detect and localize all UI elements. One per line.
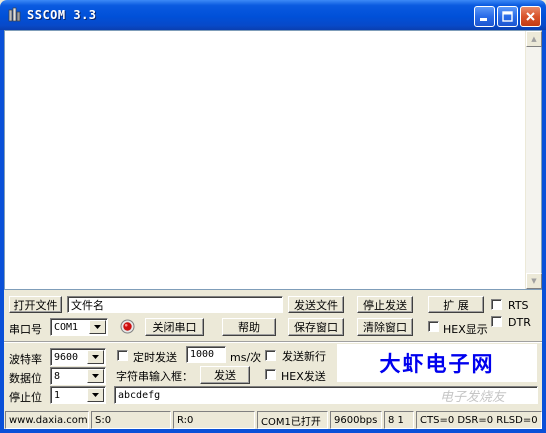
- minimize-button[interactable]: [474, 6, 495, 27]
- send-newline-checkbox[interactable]: [265, 350, 276, 361]
- stop-bits-value: 1: [54, 389, 61, 401]
- chevron-down-icon: [94, 325, 101, 329]
- maximize-button[interactable]: [497, 6, 518, 27]
- baud-rate-dropdown-button[interactable]: [87, 350, 104, 364]
- hex-display-checkbox[interactable]: [428, 321, 439, 332]
- baud-rate-value: 9600: [54, 351, 79, 363]
- data-bits-label: 数据位: [9, 372, 42, 385]
- scroll-down-button[interactable]: ▼: [526, 273, 542, 289]
- port-dropdown-button[interactable]: [89, 320, 106, 334]
- expand-button[interactable]: 扩 展: [428, 296, 484, 313]
- chevron-down-icon: [92, 393, 99, 397]
- send-button[interactable]: 发送: [200, 366, 250, 384]
- hex-send-label: HEX发送: [281, 370, 326, 383]
- window-title: SSCOM 3.3: [27, 8, 97, 22]
- stop-send-button[interactable]: 停止发送: [357, 296, 413, 313]
- status-frame: 8 1: [384, 411, 414, 429]
- stop-bits-dropdown-button[interactable]: [87, 388, 104, 402]
- stop-bits-label: 停止位: [9, 391, 42, 404]
- window-frame-bottom: [0, 429, 546, 433]
- status-sent-count: S:0: [91, 411, 171, 429]
- port-status-indicator-icon: [120, 319, 135, 334]
- close-port-button[interactable]: 关闭串口: [145, 318, 204, 336]
- rts-label: RTS: [508, 299, 529, 312]
- hex-display-label: HEX显示: [443, 323, 488, 336]
- rts-checkbox[interactable]: [491, 299, 502, 310]
- data-bits-dropdown-button[interactable]: [87, 369, 104, 383]
- timed-send-label: 定时发送: [133, 351, 177, 364]
- watermark: 电子发烧友: [440, 390, 506, 405]
- scroll-down-icon: ▼: [531, 277, 537, 285]
- save-window-button[interactable]: 保存窗口: [288, 318, 344, 336]
- close-button[interactable]: [520, 6, 541, 27]
- send-file-button[interactable]: 发送文件: [288, 296, 344, 313]
- port-value: COM1: [54, 321, 79, 333]
- scroll-up-button[interactable]: ▲: [526, 31, 542, 47]
- status-website: www.daxia.com: [5, 411, 89, 429]
- status-port-state: COM1已打开: [257, 411, 328, 429]
- brand-logo: 大虾电子网: [337, 344, 537, 382]
- window-frame-right: [542, 30, 546, 433]
- status-lines: CTS=0 DSR=0 RLSD=0: [416, 411, 542, 429]
- port-select[interactable]: COM1: [50, 318, 108, 336]
- data-bits-select[interactable]: 8: [50, 367, 106, 385]
- close-icon: [526, 12, 535, 21]
- receive-text-area[interactable]: ▲ ▼: [4, 30, 542, 290]
- send-newline-label: 发送新行: [282, 350, 326, 363]
- dtr-checkbox[interactable]: [491, 316, 502, 327]
- sscom-app-icon[interactable]: [7, 7, 23, 23]
- string-input-label: 字符串输入框：: [116, 370, 193, 383]
- chevron-down-icon: [92, 374, 99, 378]
- data-bits-value: 8: [54, 370, 61, 382]
- status-baud: 9600bps: [330, 411, 382, 429]
- hex-send-checkbox[interactable]: [265, 369, 276, 380]
- send-interval-input[interactable]: 1000: [186, 346, 226, 363]
- port-label: 串口号: [9, 323, 42, 336]
- scroll-up-icon: ▲: [531, 35, 537, 43]
- help-button[interactable]: 帮助: [222, 318, 276, 336]
- receive-scrollbar[interactable]: ▲ ▼: [525, 31, 542, 289]
- open-file-button[interactable]: 打开文件: [9, 296, 62, 313]
- divider: [4, 341, 542, 343]
- status-received-count: R:0: [173, 411, 255, 429]
- baud-rate-label: 波特率: [9, 353, 42, 366]
- clear-window-button[interactable]: 清除窗口: [357, 318, 413, 336]
- timed-send-checkbox[interactable]: [117, 350, 128, 361]
- interval-unit-label: ms/次: [230, 351, 262, 364]
- chevron-down-icon: [92, 355, 99, 359]
- baud-rate-select[interactable]: 9600: [50, 348, 106, 366]
- stop-bits-select[interactable]: 1: [50, 386, 106, 404]
- minimize-icon: [480, 18, 487, 21]
- maximize-icon: [502, 11, 513, 22]
- file-name-field[interactable]: 文件名: [67, 296, 283, 313]
- dtr-label: DTR: [508, 316, 531, 329]
